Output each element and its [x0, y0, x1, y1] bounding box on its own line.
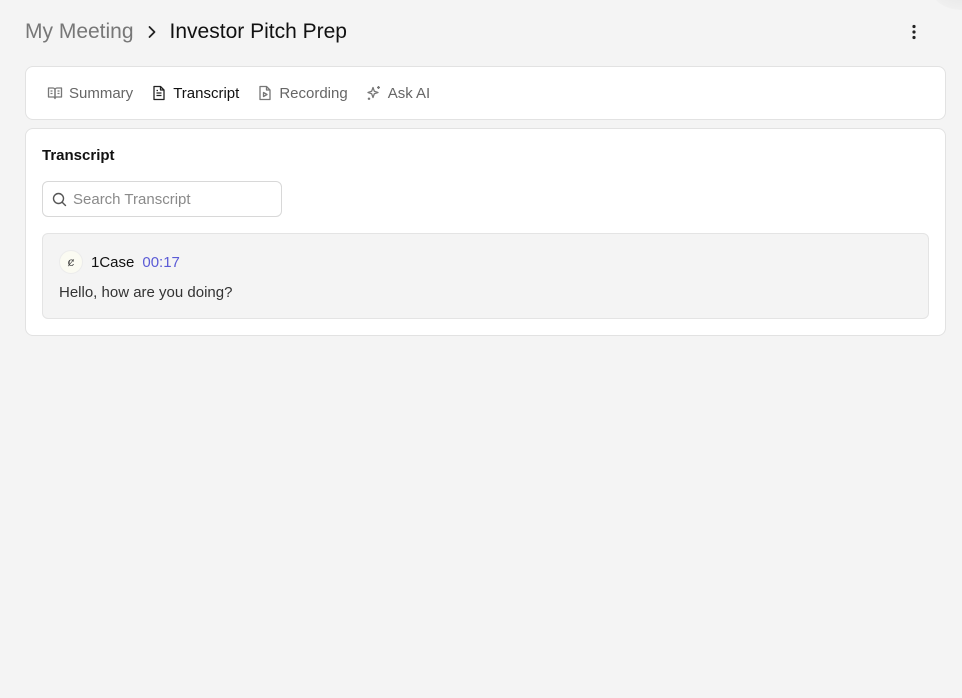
file-text-icon: [151, 85, 167, 101]
book-open-icon: [47, 85, 63, 101]
tab-recording-label: Recording: [279, 84, 348, 102]
tab-recording[interactable]: Recording: [257, 78, 348, 108]
tab-ask-ai-label: Ask AI: [387, 84, 431, 102]
speaker-name: 1Case: [91, 253, 135, 271]
chevron-right-icon: [134, 25, 170, 39]
file-play-icon: [257, 85, 273, 101]
entry-text: Hello, how are you doing?: [59, 284, 233, 301]
breadcrumb-current: Investor Pitch Prep: [169, 20, 347, 43]
tab-transcript-label: Transcript: [173, 84, 240, 102]
more-options-button[interactable]: [902, 20, 926, 44]
tab-ask-ai[interactable]: Ask AI: [366, 78, 431, 108]
timestamp-link[interactable]: 00:17: [142, 254, 180, 271]
breadcrumb-parent[interactable]: My Meeting: [25, 20, 134, 44]
more-vertical-icon: [912, 24, 916, 40]
meeting-page: My Meeting Investor Pitch Prep Summary T…: [0, 0, 962, 698]
tab-bar: Summary Transcript Recording Ask AI: [25, 66, 946, 120]
transcript-panel: Transcript ȼ 1Case 00:17 Hello, how are …: [25, 128, 946, 336]
transcript-entry: ȼ 1Case 00:17 Hello, how are you doing?: [42, 233, 929, 319]
search-field[interactable]: [42, 181, 282, 217]
corner-shadow: [932, 0, 962, 10]
entry-header: ȼ 1Case 00:17: [59, 250, 180, 274]
search-icon: [52, 192, 67, 206]
tab-transcript[interactable]: Transcript: [151, 78, 239, 108]
tab-summary-label: Summary: [69, 84, 134, 102]
section-title: Transcript: [42, 147, 115, 164]
sparkles-icon: [366, 85, 382, 101]
tab-summary[interactable]: Summary: [47, 78, 133, 108]
search-input[interactable]: [73, 190, 273, 208]
page-header: My Meeting Investor Pitch Prep: [25, 18, 942, 46]
avatar: ȼ: [59, 250, 83, 274]
